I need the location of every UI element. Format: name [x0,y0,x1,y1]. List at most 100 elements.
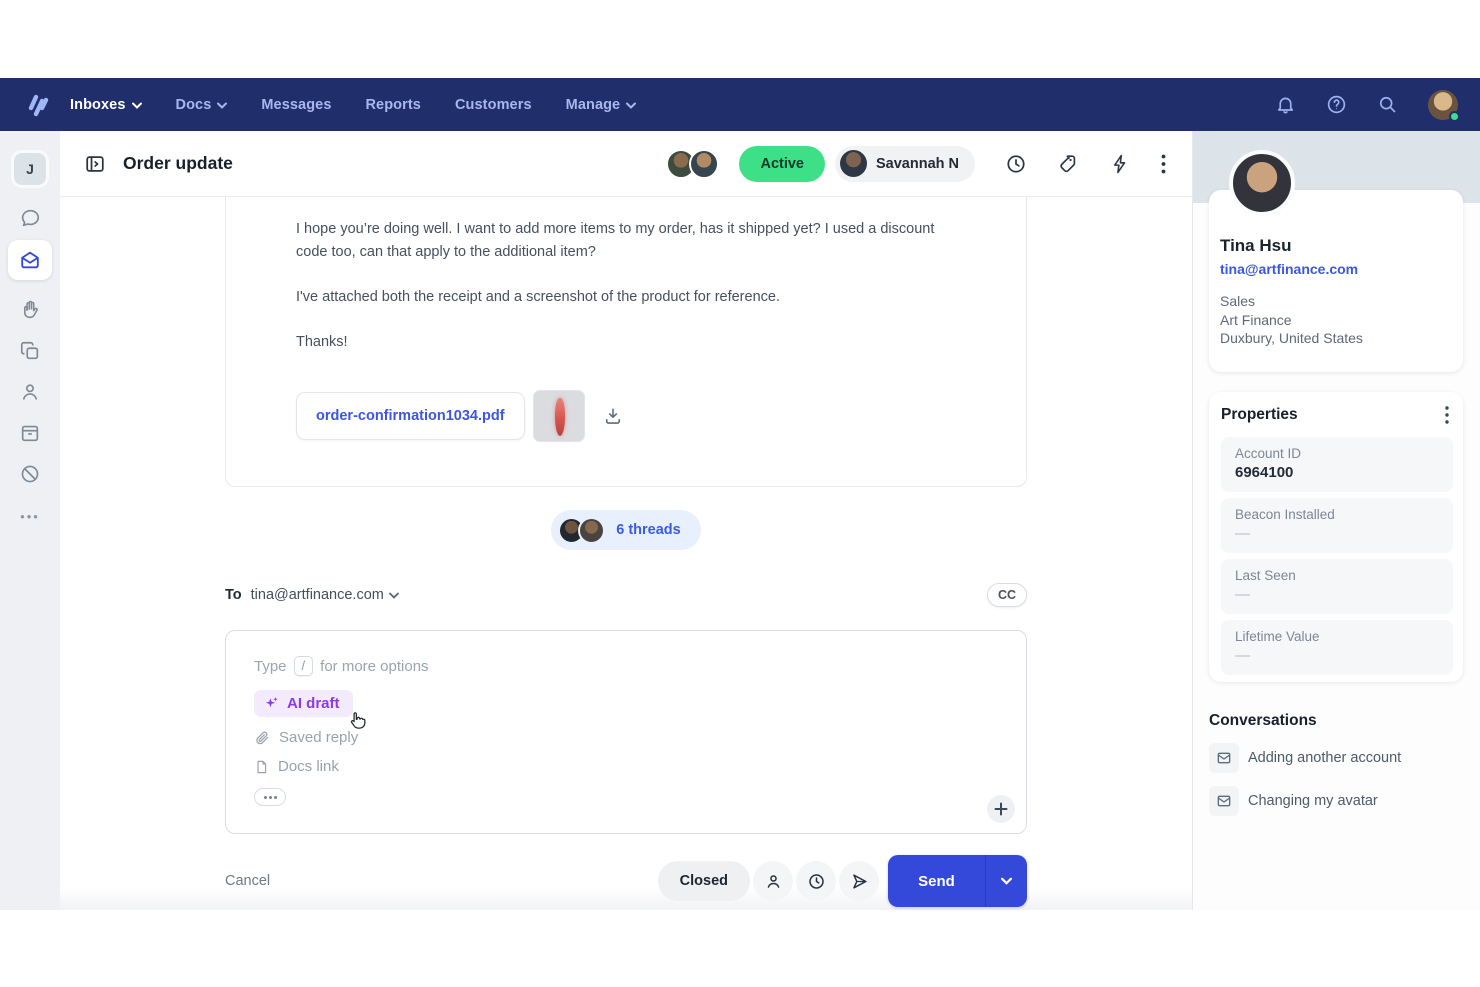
previous-conversations-section: Conversations Adding another account [1209,712,1463,816]
snooze-clock-icon[interactable] [1005,153,1027,175]
docs-link-option[interactable]: Docs link [254,758,339,775]
download-icon[interactable] [603,406,623,426]
chevron-down-icon [132,102,142,109]
attachment-pdf-link[interactable]: order-confirmation1034.pdf [296,392,525,440]
nav-item-docs[interactable]: Docs [176,97,228,113]
copy-pages-icon[interactable] [19,340,41,362]
customer-profile-text: Tina Hsu tina@artfinance.com Sales Art F… [1209,190,1463,348]
search-icon[interactable] [1377,94,1398,115]
help-icon[interactable] [1326,94,1347,115]
customer-avatar[interactable] [1229,150,1295,216]
spam-blocked-icon[interactable] [19,463,41,485]
customer-role: Sales [1220,292,1451,311]
archive-box-icon[interactable] [19,422,41,444]
property-label: Last Seen [1235,568,1439,583]
saved-reply-option[interactable]: Saved reply [254,729,358,746]
customer-company: Art Finance [1220,311,1451,330]
conversation-header: Order update Active Savannah N [60,131,1192,197]
tag-icon[interactable] [1057,153,1079,175]
ai-draft-option[interactable]: AI draft [254,690,353,717]
customer-message-card: I hope you’re doing well. I want to add … [225,197,1027,487]
set-status-closed-button[interactable]: Closed [658,861,750,901]
collapse-sidebar-icon[interactable] [84,153,106,175]
workspace-badge[interactable]: J [11,150,49,188]
conversation-item-label: Changing my avatar [1248,793,1378,809]
cc-button[interactable]: CC [987,583,1027,607]
conversation-pane: Order update Active Savannah N [60,131,1193,910]
properties-title: Properties [1221,406,1298,424]
nav-item-label: Inboxes [70,97,126,113]
raised-hand-icon[interactable] [19,299,41,321]
participant-avatar[interactable] [689,149,719,179]
property-row[interactable]: Last Seen — [1221,559,1453,614]
slash-keycap: / [294,656,314,676]
conversation-item-label: Adding another account [1248,750,1401,766]
properties-menu-kebab-icon[interactable] [1445,406,1449,424]
recipient-email[interactable]: tina@artfinance.com [251,587,384,603]
ai-sparkle-icon [263,695,280,712]
conversation-list-item[interactable]: Adding another account [1209,743,1463,773]
send-button[interactable]: Send [888,855,985,907]
property-row[interactable]: Lifetime Value — [1221,620,1453,675]
reply-footer: Cancel Closed [225,855,1027,907]
chat-icon[interactable] [19,207,41,229]
property-label: Lifetime Value [1235,629,1439,644]
conversation-column: I hope you’re doing well. I want to add … [225,197,1027,907]
notifications-bell-icon[interactable] [1275,94,1296,115]
attachment-image-thumbnail[interactable] [533,390,585,442]
customer-email-link[interactable]: tina@artfinance.com [1220,261,1451,277]
properties-header: Properties [1221,406,1453,424]
nav-item-inboxes[interactable]: Inboxes [70,97,142,113]
inbox-active-item[interactable] [8,240,52,280]
docs-link-label: Docs link [278,758,339,775]
left-rail: J [0,131,60,910]
status-badge[interactable]: Active [739,146,825,182]
property-value: — [1235,647,1439,664]
more-kebab-icon[interactable] [1161,154,1166,174]
chevron-down-icon [217,102,227,109]
send-options-chevron[interactable] [985,855,1027,907]
assignee-name: Savannah N [876,156,959,172]
nav-item-customers[interactable]: Customers [455,97,532,113]
add-attachment-plus-icon[interactable] [987,795,1015,823]
nav-item-manage[interactable]: Manage [566,97,637,113]
cancel-button[interactable]: Cancel [225,873,270,889]
assignee-avatar [840,150,867,177]
assignee-selector[interactable]: Savannah N [835,146,975,182]
reply-footer-actions: Closed [658,855,1027,907]
to-label: To [225,587,242,603]
send-split-button: Send [888,855,1027,907]
conversation-list-item[interactable]: Changing my avatar [1209,786,1463,816]
property-label: Account ID [1235,446,1439,461]
conversation-header-actions: Active Savannah N [666,146,1166,182]
nav-item-reports[interactable]: Reports [365,97,421,113]
document-icon [254,759,269,775]
property-value: — [1235,525,1439,542]
snooze-reply-clock-icon[interactable] [796,861,836,901]
threads-expander[interactable]: 6 threads [551,510,700,550]
property-row[interactable]: Account ID 6964100 [1221,437,1453,492]
recipient-chevron-icon[interactable] [389,592,399,599]
customers-person-icon[interactable] [19,381,41,403]
brand-logo-icon[interactable] [22,90,52,120]
attachments-row: order-confirmation1034.pdf [296,390,956,442]
reply-editor[interactable]: Type / for more options AI draft [225,630,1027,834]
more-options-button[interactable] [254,788,286,806]
app-screenshot: Inboxes Docs Messages Reports Customers … [0,0,1480,987]
assign-person-icon[interactable] [753,861,793,901]
inbox-envelope-icon [19,249,41,271]
customer-profile-card: Tina Hsu tina@artfinance.com Sales Art F… [1209,190,1463,372]
workflows-lightning-icon[interactable] [1109,153,1131,175]
nav-item-label: Messages [261,97,331,113]
customer-details: Sales Art Finance Duxbury, United States [1220,292,1451,348]
rail-more-icon[interactable]: ••• [20,509,40,524]
nav-item-label: Customers [455,97,532,113]
envelope-icon [1209,786,1239,816]
property-row[interactable]: Beacon Installed — [1221,498,1453,553]
conversation-title: Order update [123,153,233,174]
user-avatar[interactable] [1428,90,1458,120]
thread-avatar [578,517,605,544]
send-later-plane-icon[interactable] [839,861,879,901]
nav-item-messages[interactable]: Messages [261,97,331,113]
properties-list: Account ID 6964100 Beacon Installed — La… [1221,437,1453,675]
